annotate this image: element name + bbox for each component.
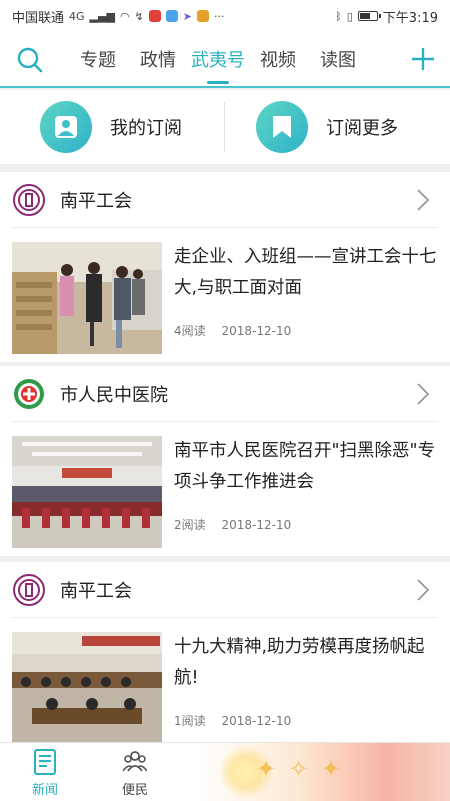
source-name: 南平工会	[60, 581, 132, 602]
notification-app-icon	[148, 10, 161, 22]
article-item[interactable]: 走企业、入班组——宣讲工会十七大,与职工面对面 4阅读 2018-12-10	[0, 228, 450, 362]
tab-zhuanti[interactable]: 专题	[68, 32, 128, 86]
bottom-nav: 新闻 便民 ✦ ✧ ✦	[0, 742, 450, 801]
battery-fill	[359, 13, 371, 19]
source-header[interactable]: 南平工会	[0, 172, 450, 228]
network-type: 4G	[69, 9, 85, 23]
battery-icon	[357, 11, 381, 21]
article-item[interactable]: 十九大精神,助力劳模再度扬帆起航! 1阅读 2018-12-10	[0, 618, 450, 752]
article-thumbnail	[12, 632, 162, 744]
signal-icon: ▂▄▆	[89, 9, 115, 23]
my-subscription-button[interactable]: 我的订阅	[40, 101, 182, 153]
vibrate-icon: ▯	[346, 9, 353, 23]
nav-services[interactable]: 便民	[90, 743, 180, 801]
more-subscriptions-button[interactable]: 订阅更多	[256, 101, 398, 153]
clock: 下午3:19	[382, 10, 438, 26]
article-title: 走企业、入班组——宣讲工会十七大,与职工面对面	[174, 247, 437, 298]
source-name: 南平工会	[60, 191, 132, 212]
source-header[interactable]: 市人民中医院	[0, 366, 450, 422]
tab-shipin[interactable]: 视频	[248, 32, 308, 86]
read-count: 2阅读	[174, 518, 206, 532]
article-meta: 1阅读 2018-12-10	[174, 712, 303, 729]
chevron-right-icon	[417, 579, 430, 601]
category-tabs: 专题 政情 武夷号 视频 读图	[68, 32, 368, 86]
top-nav: 专题 政情 武夷号 视频 读图	[0, 32, 450, 88]
bookmark-icon	[256, 101, 308, 153]
promo-banner[interactable]: ✦ ✧ ✦	[196, 743, 450, 801]
chevron-right-icon	[417, 383, 430, 405]
my-subscription-label: 我的订阅	[110, 118, 182, 139]
status-right: ᛒ ▯ 下午3:19	[335, 7, 438, 26]
source-name: 市人民中医院	[60, 385, 168, 406]
notification-arrow-icon: ➤	[182, 9, 192, 23]
publish-date: 2018-12-10	[221, 714, 292, 728]
read-count: 1阅读	[174, 714, 206, 728]
news-card: 南平工会 走企业、入班组——宣讲工会十七大,与职工面对面 4阅读 2018-12…	[0, 172, 450, 362]
carrier-name: 中国联通	[12, 10, 65, 26]
news-card: 市人民中医院 南平市人民医院召开"扫黑除恶"专项斗争工作推进会 2阅读 2018…	[0, 366, 450, 556]
notification-app-icon	[196, 10, 209, 22]
people-icon	[123, 751, 147, 772]
article-meta: 2阅读 2018-12-10	[174, 516, 303, 533]
bluetooth-icon: ᛒ	[335, 9, 342, 23]
search-icon[interactable]	[16, 46, 44, 74]
tab-dutu[interactable]: 读图	[308, 32, 368, 86]
article-item[interactable]: 南平市人民医院召开"扫黑除恶"专项斗争工作推进会 2阅读 2018-12-10	[0, 422, 450, 556]
user-icon	[40, 101, 92, 153]
tab-zhengqing[interactable]: 政情	[128, 32, 188, 86]
news-card: 南平工会 十九大精神,助力劳模再度扬帆起航! 1阅读 2018-12-10	[0, 562, 450, 752]
article-meta: 4阅读 2018-12-10	[174, 322, 303, 339]
read-count: 4阅读	[174, 324, 206, 338]
publish-date: 2018-12-10	[221, 518, 292, 532]
subscription-row: 我的订阅 订阅更多	[0, 90, 450, 164]
nav-news[interactable]: 新闻	[0, 743, 90, 801]
article-thumbnail	[12, 436, 162, 548]
article-title: 十九大精神,助力劳模再度扬帆起航!	[174, 637, 425, 688]
news-icon	[34, 749, 56, 775]
article-thumbnail	[12, 242, 162, 354]
more-subscriptions-label: 订阅更多	[326, 118, 398, 139]
union-emblem-icon	[13, 574, 45, 606]
nav-news-label: 新闻	[31, 783, 58, 798]
hospital-emblem-icon	[14, 379, 44, 409]
wifi-icon: ◠	[119, 9, 130, 23]
nav-services-label: 便民	[121, 783, 148, 798]
article-title: 南平市人民医院召开"扫黑除恶"专项斗争工作推进会	[174, 441, 436, 492]
more-notifications-icon: ···	[213, 9, 225, 23]
tab-wuyihao[interactable]: 武夷号	[188, 32, 248, 86]
publish-date: 2018-12-10	[221, 324, 292, 338]
add-channel-icon[interactable]	[408, 44, 438, 74]
union-emblem-icon	[13, 184, 45, 216]
source-header[interactable]: 南平工会	[0, 562, 450, 618]
chevron-right-icon	[417, 189, 430, 211]
divider	[224, 102, 225, 152]
banner-artwork: ✦ ✧ ✦	[256, 755, 344, 783]
status-left: 中国联通 4G ▂▄▆ ◠ ↯ ➤ ···	[12, 7, 224, 26]
notification-app-icon	[165, 10, 178, 22]
status-bar: 中国联通 4G ▂▄▆ ◠ ↯ ➤ ··· ᛒ ▯ 下午3:19	[0, 0, 450, 32]
missed-call-icon: ↯	[134, 9, 144, 23]
